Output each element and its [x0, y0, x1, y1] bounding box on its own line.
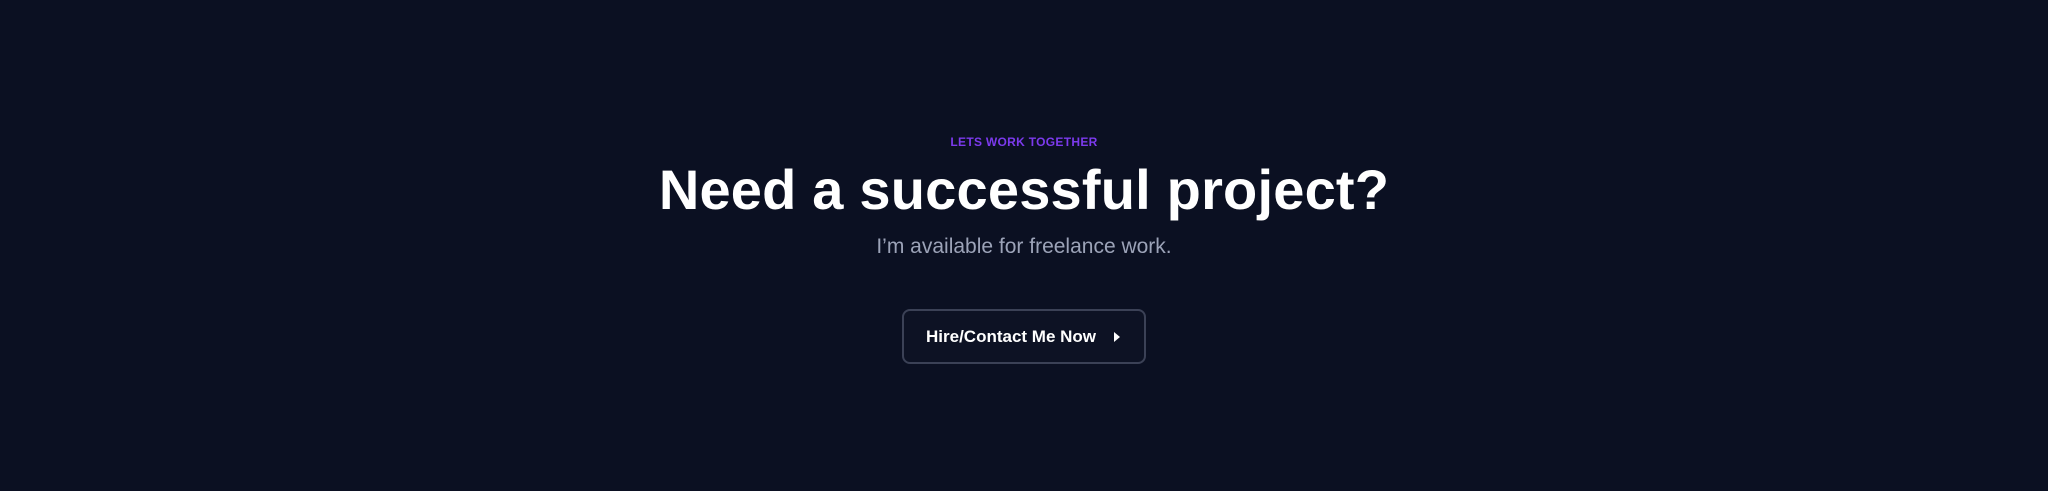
caret-right-icon	[1114, 331, 1120, 342]
cta-subline: I’m available for freelance work.	[876, 235, 1172, 258]
eyebrow-label: LETS WORK TOGETHER	[950, 135, 1098, 149]
hire-contact-button[interactable]: Hire/Contact Me Now	[902, 309, 1146, 364]
cta-headline: Need a successful project?	[658, 158, 1390, 221]
cta-section: LETS WORK TOGETHER Need a successful pro…	[0, 0, 2048, 491]
hire-contact-button-label: Hire/Contact Me Now	[926, 326, 1097, 346]
